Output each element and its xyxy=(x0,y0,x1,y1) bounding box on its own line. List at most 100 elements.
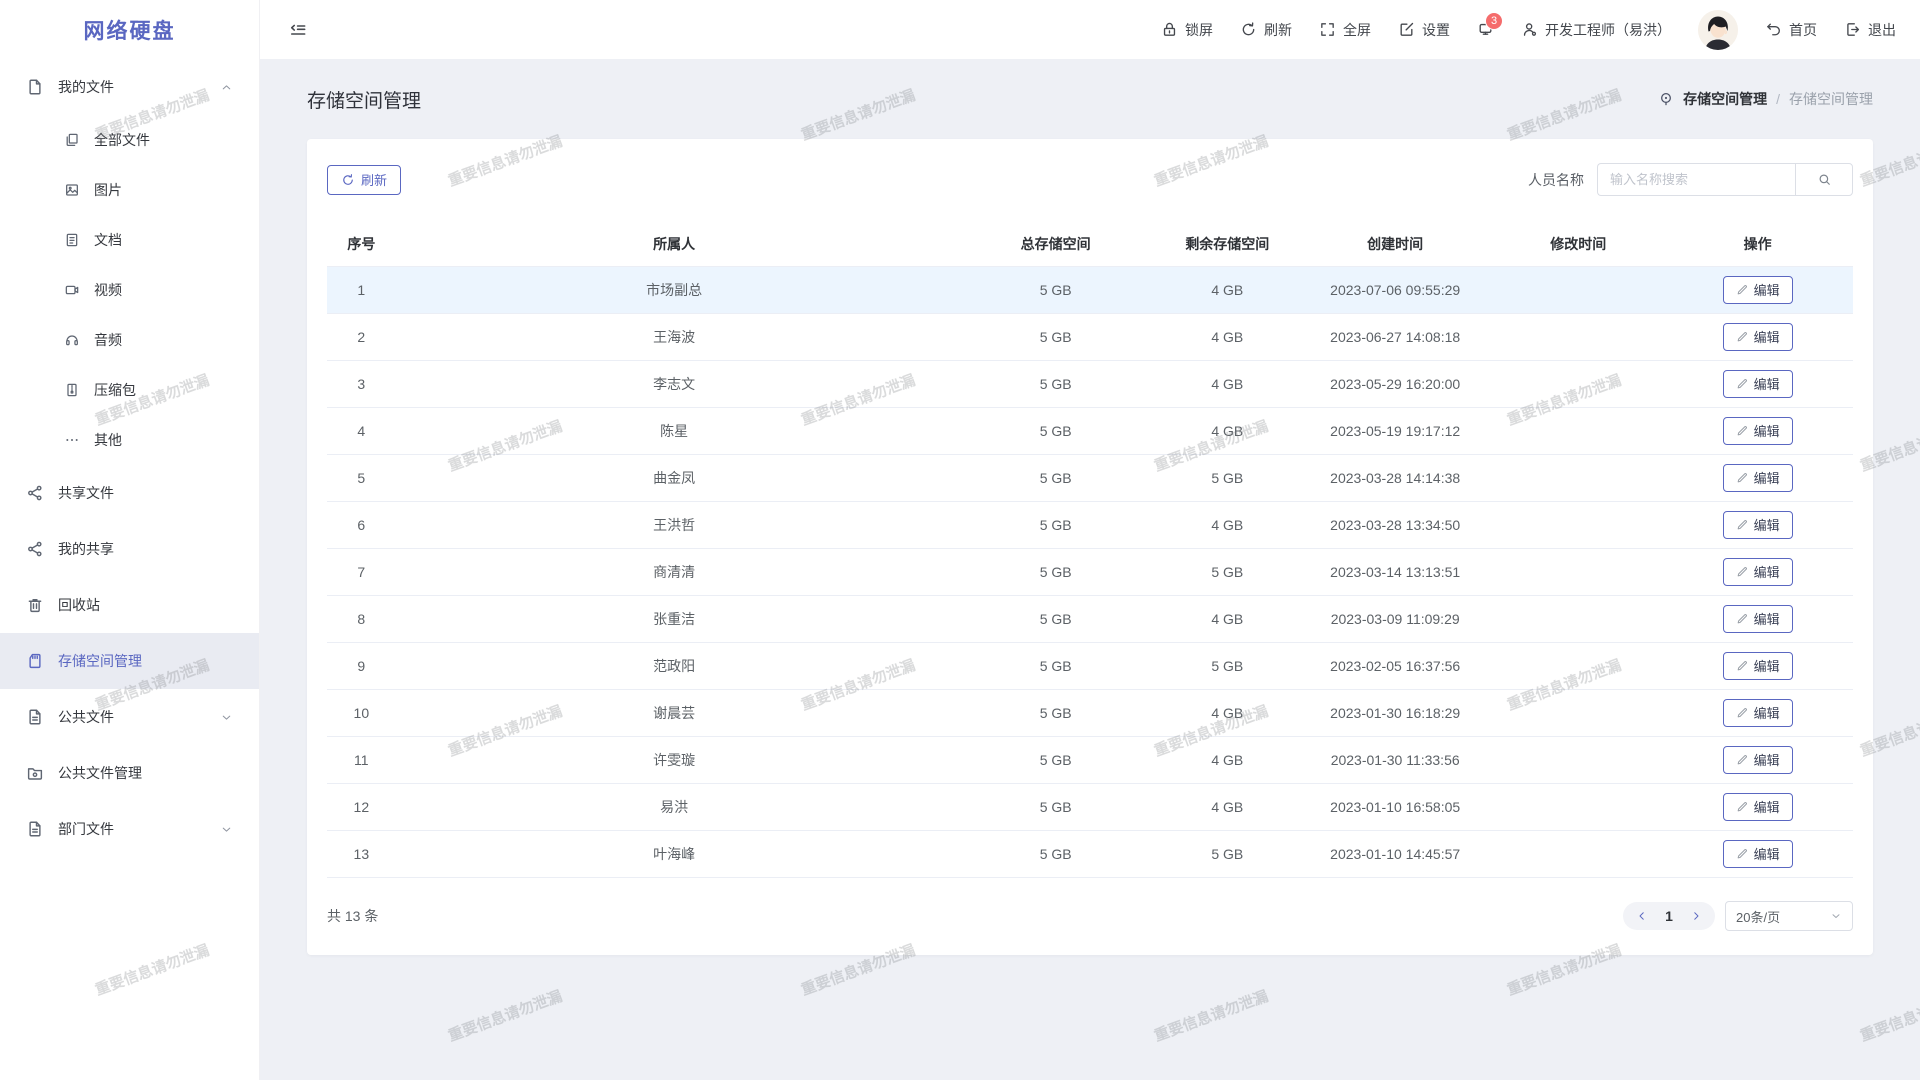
table-row[interactable]: 1市场副总5 GB4 GB2023-07-06 09:55:29编辑 xyxy=(327,266,1853,313)
table-row[interactable]: 2王海波5 GB4 GB2023-06-27 14:08:18编辑 xyxy=(327,313,1853,360)
cell-modified xyxy=(1494,360,1662,407)
sidebar-item-archives[interactable]: 压缩包 xyxy=(0,365,259,415)
cell-no: 7 xyxy=(327,548,396,595)
table-row[interactable]: 9范政阳5 GB5 GB2023-02-05 16:37:56编辑 xyxy=(327,642,1853,689)
cell-free: 4 GB xyxy=(1159,783,1296,830)
cell-actions: 编辑 xyxy=(1662,689,1853,736)
prev-page-button[interactable] xyxy=(1629,902,1655,930)
sidebar-item-label: 回收站 xyxy=(58,595,100,615)
edit-button[interactable]: 编辑 xyxy=(1723,840,1793,868)
table-row[interactable]: 10谢晨芸5 GB4 GB2023-01-30 16:18:29编辑 xyxy=(327,689,1853,736)
fullscreen-button[interactable]: 全屏 xyxy=(1319,20,1371,40)
table-row[interactable]: 8张重洁5 GB4 GB2023-03-09 11:09:29编辑 xyxy=(327,595,1853,642)
sidebar-item-my-files[interactable]: 我的文件 xyxy=(0,59,259,115)
cell-created: 2023-03-28 14:14:38 xyxy=(1296,454,1494,501)
edit-button[interactable]: 编辑 xyxy=(1723,323,1793,351)
cell-created: 2023-01-10 14:45:57 xyxy=(1296,830,1494,877)
pagination: 1 20条/页 xyxy=(1623,901,1853,931)
menu-fold-icon[interactable] xyxy=(288,20,308,40)
sidebar-item-storage-management[interactable]: 存储空间管理 xyxy=(0,633,259,689)
cell-no: 5 xyxy=(327,454,396,501)
share-icon xyxy=(26,484,44,502)
cell-modified xyxy=(1494,595,1662,642)
cell-created: 2023-01-30 11:33:56 xyxy=(1296,736,1494,783)
avatar[interactable] xyxy=(1698,10,1738,50)
breadcrumb-item[interactable]: 存储空间管理 xyxy=(1683,89,1767,109)
edit-button[interactable]: 编辑 xyxy=(1723,558,1793,586)
home-button[interactable]: 首页 xyxy=(1765,20,1817,40)
edit-pencil-icon xyxy=(1736,659,1749,672)
cell-owner: 范政阳 xyxy=(396,642,953,689)
cell-no: 10 xyxy=(327,689,396,736)
settings-label: 设置 xyxy=(1422,20,1450,40)
edit-button[interactable]: 编辑 xyxy=(1723,511,1793,539)
sidebar-item-audio[interactable]: 音频 xyxy=(0,315,259,365)
document-icon xyxy=(26,78,44,96)
chevron-up-icon xyxy=(220,81,233,94)
next-page-button[interactable] xyxy=(1683,902,1709,930)
cell-actions: 编辑 xyxy=(1662,313,1853,360)
cell-created: 2023-02-05 16:37:56 xyxy=(1296,642,1494,689)
sidebar-item-public-files[interactable]: 公共文件 xyxy=(0,689,259,745)
edit-button[interactable]: 编辑 xyxy=(1723,699,1793,727)
edit-button[interactable]: 编辑 xyxy=(1723,417,1793,445)
avatar-illustration xyxy=(1698,10,1738,50)
sidebar-item-shared-files[interactable]: 共享文件 xyxy=(0,465,259,521)
edit-button[interactable]: 编辑 xyxy=(1723,793,1793,821)
sidebar-item-department-files[interactable]: 部门文件 xyxy=(0,801,259,857)
cell-total: 5 GB xyxy=(953,501,1159,548)
edit-button[interactable]: 编辑 xyxy=(1723,652,1793,680)
edit-button-label: 编辑 xyxy=(1754,421,1780,440)
edit-pencil-icon xyxy=(1736,330,1749,343)
sidebar-item-images[interactable]: 图片 xyxy=(0,165,259,215)
table-row[interactable]: 6王洪哲5 GB4 GB2023-03-28 13:34:50编辑 xyxy=(327,501,1853,548)
table-row[interactable]: 4陈星5 GB4 GB2023-05-19 19:17:12编辑 xyxy=(327,407,1853,454)
cell-no: 8 xyxy=(327,595,396,642)
refresh-button[interactable]: 刷新 xyxy=(327,165,401,195)
sidebar-item-documents[interactable]: 文档 xyxy=(0,215,259,265)
edit-button[interactable]: 编辑 xyxy=(1723,370,1793,398)
current-page[interactable]: 1 xyxy=(1655,908,1683,924)
edit-button[interactable]: 编辑 xyxy=(1723,464,1793,492)
cell-actions: 编辑 xyxy=(1662,454,1853,501)
cell-owner: 曲金凤 xyxy=(396,454,953,501)
cell-actions: 编辑 xyxy=(1662,266,1853,313)
table-row[interactable]: 12易洪5 GB4 GB2023-01-10 16:58:05编辑 xyxy=(327,783,1853,830)
sidebar-item-others[interactable]: 其他 xyxy=(0,415,259,465)
sidebar-item-recycle-bin[interactable]: 回收站 xyxy=(0,577,259,633)
sidebar-item-all-files[interactable]: 全部文件 xyxy=(0,115,259,165)
logout-button[interactable]: 退出 xyxy=(1844,20,1896,40)
cell-actions: 编辑 xyxy=(1662,830,1853,877)
all-files-icon xyxy=(64,132,80,148)
cell-created: 2023-05-29 16:20:00 xyxy=(1296,360,1494,407)
table-row[interactable]: 13叶海峰5 GB5 GB2023-01-10 14:45:57编辑 xyxy=(327,830,1853,877)
cell-free: 4 GB xyxy=(1159,266,1296,313)
edit-button[interactable]: 编辑 xyxy=(1723,276,1793,304)
table-header-row: 序号所属人总存储空间剩余存储空间创建时间修改时间操作 xyxy=(327,222,1853,266)
search-button[interactable] xyxy=(1795,163,1853,196)
sidebar-item-label: 文档 xyxy=(94,230,122,250)
edit-button[interactable]: 编辑 xyxy=(1723,746,1793,774)
table-row[interactable]: 3李志文5 GB4 GB2023-05-29 16:20:00编辑 xyxy=(327,360,1853,407)
table-row[interactable]: 11许雯璇5 GB4 GB2023-01-30 11:33:56编辑 xyxy=(327,736,1853,783)
edit-button[interactable]: 编辑 xyxy=(1723,605,1793,633)
table-row[interactable]: 5曲金凤5 GB5 GB2023-03-28 14:14:38编辑 xyxy=(327,454,1853,501)
edit-pencil-icon xyxy=(1736,471,1749,484)
cell-free: 4 GB xyxy=(1159,501,1296,548)
settings-button[interactable]: 设置 xyxy=(1398,20,1450,40)
table-row[interactable]: 7商清清5 GB5 GB2023-03-14 13:13:51编辑 xyxy=(327,548,1853,595)
cell-owner: 商清清 xyxy=(396,548,953,595)
sidebar-item-videos[interactable]: 视频 xyxy=(0,265,259,315)
chevron-down-icon xyxy=(220,823,233,836)
column-header: 总存储空间 xyxy=(953,222,1159,266)
sidebar-item-my-shares[interactable]: 我的共享 xyxy=(0,521,259,577)
refresh-button[interactable]: 刷新 xyxy=(1240,20,1292,40)
cell-created: 2023-03-28 13:34:50 xyxy=(1296,501,1494,548)
notifications-button[interactable]: 3 xyxy=(1477,21,1494,38)
page-size-select[interactable]: 20条/页 xyxy=(1725,901,1853,931)
user-name: 开发工程师（易洪） xyxy=(1545,20,1671,40)
search-input[interactable] xyxy=(1597,163,1795,196)
user-menu[interactable]: 开发工程师（易洪） xyxy=(1521,20,1671,40)
sidebar-item-public-file-management[interactable]: 公共文件管理 xyxy=(0,745,259,801)
lock-screen-button[interactable]: 锁屏 xyxy=(1161,20,1213,40)
